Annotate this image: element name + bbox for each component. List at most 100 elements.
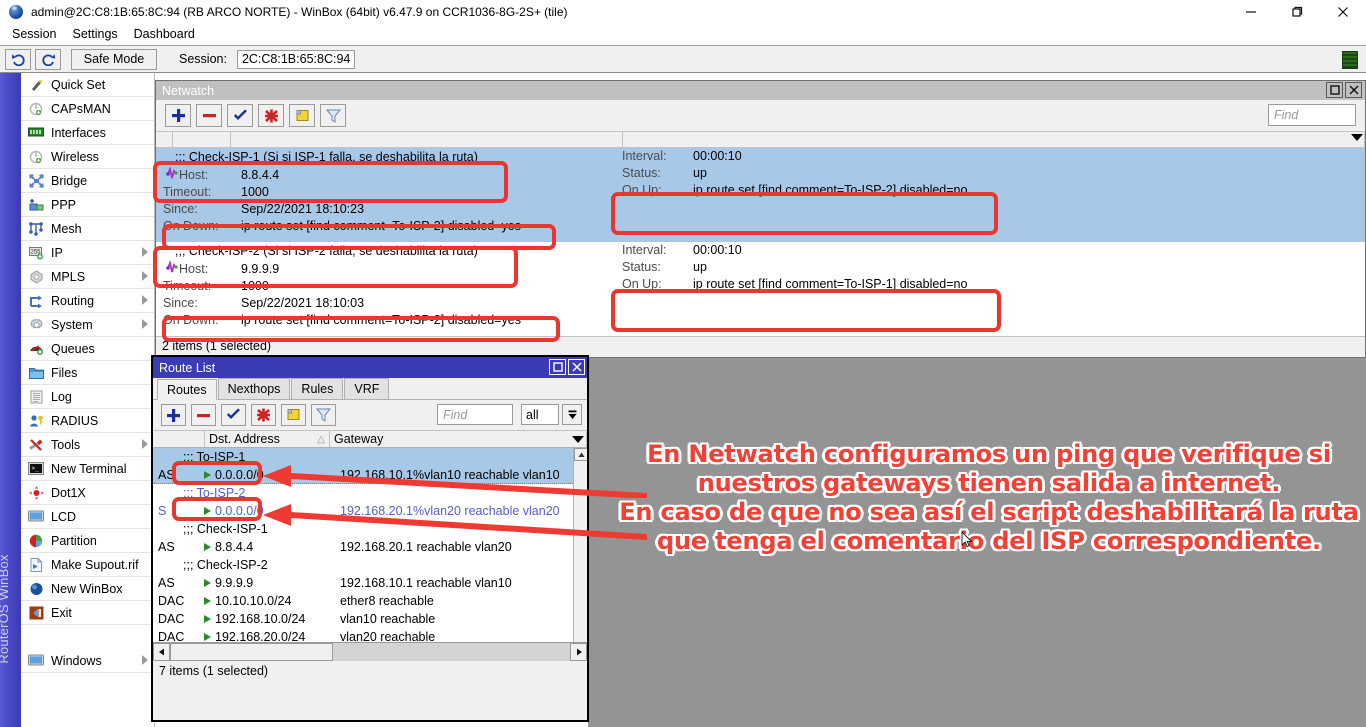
table-row[interactable]: ;;; Check-ISP-1 [153, 520, 587, 538]
sidebar-item-mesh[interactable]: Mesh [21, 217, 154, 241]
redo-icon[interactable] [35, 49, 61, 70]
sidebar-item-windows[interactable]: Windows [21, 649, 154, 673]
sidebar-item-lcd[interactable]: LCD [21, 505, 154, 529]
netwatch-close-icon[interactable] [1345, 82, 1362, 98]
sidebar-item-ip[interactable]: 255 IP [21, 241, 154, 265]
route-comment-button[interactable] [281, 404, 306, 426]
table-row[interactable]: AS 9.9.9.9 192.168.10.1 reachable vlan10 [153, 574, 587, 592]
netwatch-find-input[interactable]: Find [1268, 104, 1356, 126]
sidebar-item-capsman[interactable]: CAPsMAN [21, 97, 154, 121]
netwatch-host-label: Host: [179, 168, 208, 182]
route-list-maximize-icon[interactable] [549, 359, 566, 375]
route-list-horizontal-scrollbar[interactable] [153, 642, 587, 661]
route-flags: DAC [153, 612, 201, 626]
column-dst-address[interactable]: Dst. Address △ [205, 431, 330, 447]
route-add-button[interactable] [161, 404, 186, 426]
netwatch-host-label: Host: [179, 262, 208, 276]
table-row[interactable]: AS 0.0.0.0/0 192.168.10.1%vlan10 reachab… [153, 466, 587, 484]
route-list-close-icon[interactable] [568, 359, 585, 375]
maximize-icon[interactable] [1274, 0, 1320, 23]
sidebar-item-interfaces[interactable]: Interfaces [21, 121, 154, 145]
column-flags[interactable] [153, 431, 205, 447]
tab-routes[interactable]: Routes [157, 379, 217, 400]
host-status-icon [165, 167, 179, 186]
sidebar-item-routing[interactable]: Routing [21, 289, 154, 313]
sidebar-item-system[interactable]: System [21, 313, 154, 337]
safe-mode-button[interactable]: Safe Mode [71, 49, 157, 70]
sidebar-item-label: Log [51, 390, 72, 404]
netwatch-enable-button[interactable] [227, 104, 253, 127]
sidebar-item-partition[interactable]: Partition [21, 529, 154, 553]
route-filter-button[interactable] [311, 404, 336, 426]
route-find-input[interactable]: Find [437, 404, 513, 425]
route-enable-button[interactable] [221, 404, 246, 426]
route-remove-button[interactable] [191, 404, 216, 426]
sidebar-item-new-terminal[interactable]: >_ New Terminal [21, 457, 154, 481]
sidebar-item-ppp[interactable]: PPP [21, 193, 154, 217]
minimize-icon[interactable] [1228, 0, 1274, 23]
sidebar-item-make-supout-rif[interactable]: Make Supout.rif [21, 553, 154, 577]
menu-item-session[interactable]: Session [4, 25, 64, 43]
chevron-right-icon [142, 295, 148, 305]
tab-nexthops[interactable]: Nexthops [218, 378, 291, 399]
sidebar-item-tools[interactable]: Tools [21, 433, 154, 457]
netwatch-column-dropdown-icon[interactable] [1351, 134, 1363, 141]
table-row[interactable]: ;;; To-ISP-2 [153, 484, 587, 502]
sidebar-item-quick-set[interactable]: Quick Set [21, 73, 154, 97]
table-row[interactable]: DAC 10.10.10.0/24 ether8 reachable [153, 592, 587, 610]
sidebar-item-log[interactable]: Log [21, 385, 154, 409]
column-gateway[interactable]: Gateway [330, 431, 587, 447]
sidebar-item-dot1x[interactable]: Dot1X [21, 481, 154, 505]
netwatch-entry-row[interactable]: ;;; Check-ISP-1 (Si si ISP-1 falla, se d… [156, 148, 1365, 242]
netwatch-remove-button[interactable] [196, 104, 222, 127]
table-row[interactable]: DAC 192.168.20.0/24 vlan20 reachable [153, 628, 587, 642]
host-status-icon [165, 261, 179, 280]
netwatch-interval-value: 00:00:10 [693, 243, 742, 257]
sidebar-item-new-winbox[interactable]: New WinBox [21, 577, 154, 601]
route-column-dropdown-icon[interactable] [572, 436, 584, 443]
netwatch-timeout-label: Timeout: [163, 279, 211, 293]
route-list-rows: ;;; To-ISP-1 AS 0.0.0.0/0 192.168.10.1%v… [153, 448, 587, 642]
sidebar-item-mpls[interactable]: MPLS [21, 265, 154, 289]
undo-icon[interactable] [5, 49, 31, 70]
sidebar-item-label: Queues [51, 342, 95, 356]
hscroll-track[interactable] [170, 643, 570, 661]
scroll-up-icon[interactable] [574, 448, 587, 461]
scroll-right-icon[interactable] [570, 643, 587, 661]
table-row[interactable]: ;;; To-ISP-1 [153, 448, 587, 466]
sidebar-item-queues[interactable]: Queues [21, 337, 154, 361]
table-row[interactable]: AS 8.8.4.4 192.168.20.1 reachable vlan20 [153, 538, 587, 556]
route-filter-dropdown-icon[interactable] [562, 404, 582, 425]
session-value-field[interactable]: 2C:C8:1B:65:8C:94 [237, 50, 355, 69]
sidebar-item-bridge[interactable]: Bridge [21, 169, 154, 193]
route-filter-select[interactable]: all [521, 404, 559, 425]
sidebar-item-exit[interactable]: Exit [21, 601, 154, 625]
sidebar-item-wireless[interactable]: Wireless [21, 145, 154, 169]
netwatch-disable-button[interactable] [258, 104, 284, 127]
netwatch-entry-row[interactable]: ;;; Check-ISP-2 (Si si ISP-2 falla, se d… [156, 242, 1365, 336]
tools-icon [27, 437, 45, 453]
route-list-vertical-scrollbar[interactable] [573, 448, 587, 642]
route-active-arrow-icon [201, 614, 215, 624]
netwatch-maximize-icon[interactable] [1326, 82, 1343, 98]
table-row[interactable]: ;;; Check-ISP-2 [153, 556, 587, 574]
close-icon[interactable] [1320, 0, 1366, 23]
hscroll-thumb[interactable] [170, 643, 333, 661]
tab-vrf[interactable]: VRF [344, 378, 389, 399]
netwatch-since-label: Since: [163, 296, 198, 310]
netwatch-filter-button[interactable] [320, 104, 346, 127]
netwatch-comment-button[interactable] [289, 104, 315, 127]
netwatch-add-button[interactable] [165, 104, 191, 127]
route-disable-button[interactable] [251, 404, 276, 426]
scroll-left-icon[interactable] [153, 643, 170, 661]
table-row[interactable]: DAC 192.168.10.0/24 vlan10 reachable [153, 610, 587, 628]
route-dst-address: 0.0.0.0/0 [215, 468, 340, 482]
netwatch-titlebar: Netwatch [156, 81, 1365, 100]
sidebar-item-radius[interactable]: RADIUS [21, 409, 154, 433]
tab-rules[interactable]: Rules [291, 378, 343, 399]
table-row[interactable]: S 0.0.0.0/0 192.168.20.1%vlan20 reachabl… [153, 502, 587, 520]
menu-item-dashboard[interactable]: Dashboard [126, 25, 203, 43]
winbox-application-window: admin@2C:C8:1B:65:8C:94 (RB ARCO NORTE) … [0, 0, 1366, 727]
menu-item-settings[interactable]: Settings [64, 25, 125, 43]
sidebar-item-files[interactable]: Files [21, 361, 154, 385]
